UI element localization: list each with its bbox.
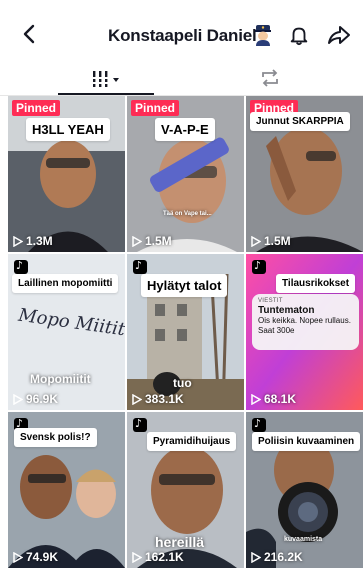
video-tile[interactable]: Pinned H3LL YEAH 1.3M <box>8 96 125 252</box>
message-notification: VIESTIT Tuntematon Ois keikka. Nopee rul… <box>252 294 359 350</box>
video-caption: V-A-P-E <box>155 118 215 141</box>
view-count-text: 68.1K <box>264 392 297 406</box>
video-tile[interactable]: Tilausrikokset VIESTIT Tuntematon Ois ke… <box>246 254 363 410</box>
view-count: 216.2K <box>251 550 303 564</box>
tiktok-logo-icon <box>133 417 147 432</box>
video-tile[interactable]: Pyramidihuijaus hereillä 162.1K <box>127 412 244 568</box>
video-tile[interactable]: Pinned Junnut SKARPPIA 1.5M <box>246 96 363 252</box>
view-count-text: 1.5M <box>264 234 291 248</box>
bell-icon[interactable] <box>288 24 310 46</box>
video-caption: H3LL YEAH <box>26 118 110 141</box>
video-tile[interactable]: Laillinen mopomiitti Mopo Miitit Mopomii… <box>8 254 125 410</box>
view-count-text: 1.5M <box>145 234 172 248</box>
video-caption: Svensk polis!? <box>14 428 97 447</box>
view-count: 1.5M <box>251 234 291 248</box>
video-grid: Pinned H3LL YEAH 1.3M Pinned V-A-P-E Tää… <box>8 96 363 568</box>
share-arrow-icon[interactable] <box>327 24 351 46</box>
video-subtitle: Tää on Vape tai... <box>163 211 212 217</box>
play-icon <box>13 393 23 405</box>
notification-app: VIESTIT <box>258 298 283 304</box>
play-icon <box>132 551 142 563</box>
view-count: 383.1K <box>132 392 184 406</box>
tiktok-logo-icon <box>252 259 266 274</box>
view-count: 162.1K <box>132 550 184 564</box>
view-count: 74.9K <box>13 550 58 564</box>
view-count: 68.1K <box>251 392 296 406</box>
video-subtitle: kuvaamista <box>284 536 323 543</box>
play-icon <box>251 393 261 405</box>
view-count-text: 383.1K <box>145 392 184 406</box>
video-subtitle: Mopomiitit <box>30 372 91 386</box>
repost-icon[interactable] <box>258 67 282 89</box>
notification-title: Tuntematon <box>258 305 315 316</box>
play-icon <box>251 551 261 563</box>
grid-icon[interactable] <box>88 68 124 90</box>
view-count-text: 1.3M <box>26 234 53 248</box>
view-count-text: 216.2K <box>264 550 303 564</box>
play-icon <box>132 393 142 405</box>
tiktok-logo-icon <box>14 259 28 274</box>
pinned-badge: Pinned <box>12 100 61 116</box>
video-tile[interactable]: Poliisin kuvaaminen kuvaamista 216.2K <box>246 412 363 568</box>
play-icon <box>132 235 142 247</box>
video-subtitle: hereillä <box>155 534 205 550</box>
active-tab-indicator <box>58 93 154 95</box>
profile-header: Konstaapeli Daniel <box>0 0 363 64</box>
pinned-badge: Pinned <box>131 100 180 116</box>
play-icon <box>251 235 261 247</box>
video-tile[interactable]: Svensk polis!? 74.9K <box>8 412 125 568</box>
profile-tabs <box>0 64 363 96</box>
chevron-left-icon[interactable] <box>18 22 42 46</box>
view-count: 1.5M <box>132 234 172 248</box>
play-icon <box>13 235 23 247</box>
view-count-text: 74.9K <box>26 550 59 564</box>
video-tile[interactable]: Pinned V-A-P-E Tää on Vape tai... 1.5M <box>127 96 244 252</box>
video-caption: Poliisin kuvaaminen <box>252 432 361 451</box>
view-count: 96.9K <box>13 392 58 406</box>
view-count-text: 96.9K <box>26 392 59 406</box>
profile-title: Konstaapeli Daniel <box>108 26 257 45</box>
video-caption: Laillinen mopomiitti <box>12 274 119 293</box>
tiktok-logo-icon <box>133 259 147 274</box>
police-officer-icon <box>255 25 271 46</box>
play-icon <box>13 551 23 563</box>
notification-body: Ois keikka. Nopee rullaus. Saat 300e <box>258 316 351 335</box>
view-count: 1.3M <box>13 234 53 248</box>
video-caption: Tilausrikokset <box>276 274 356 293</box>
video-caption: Junnut SKARPPIA <box>250 112 350 131</box>
view-count-text: 162.1K <box>145 550 184 564</box>
video-tile[interactable]: Hylätyt talot tuo 383.1K <box>127 254 244 410</box>
video-subtitle: tuo <box>173 376 192 390</box>
video-caption: Hylätyt talot <box>141 274 228 297</box>
video-caption: Pyramidihuijaus <box>147 432 237 451</box>
tiktok-logo-icon <box>252 417 266 432</box>
